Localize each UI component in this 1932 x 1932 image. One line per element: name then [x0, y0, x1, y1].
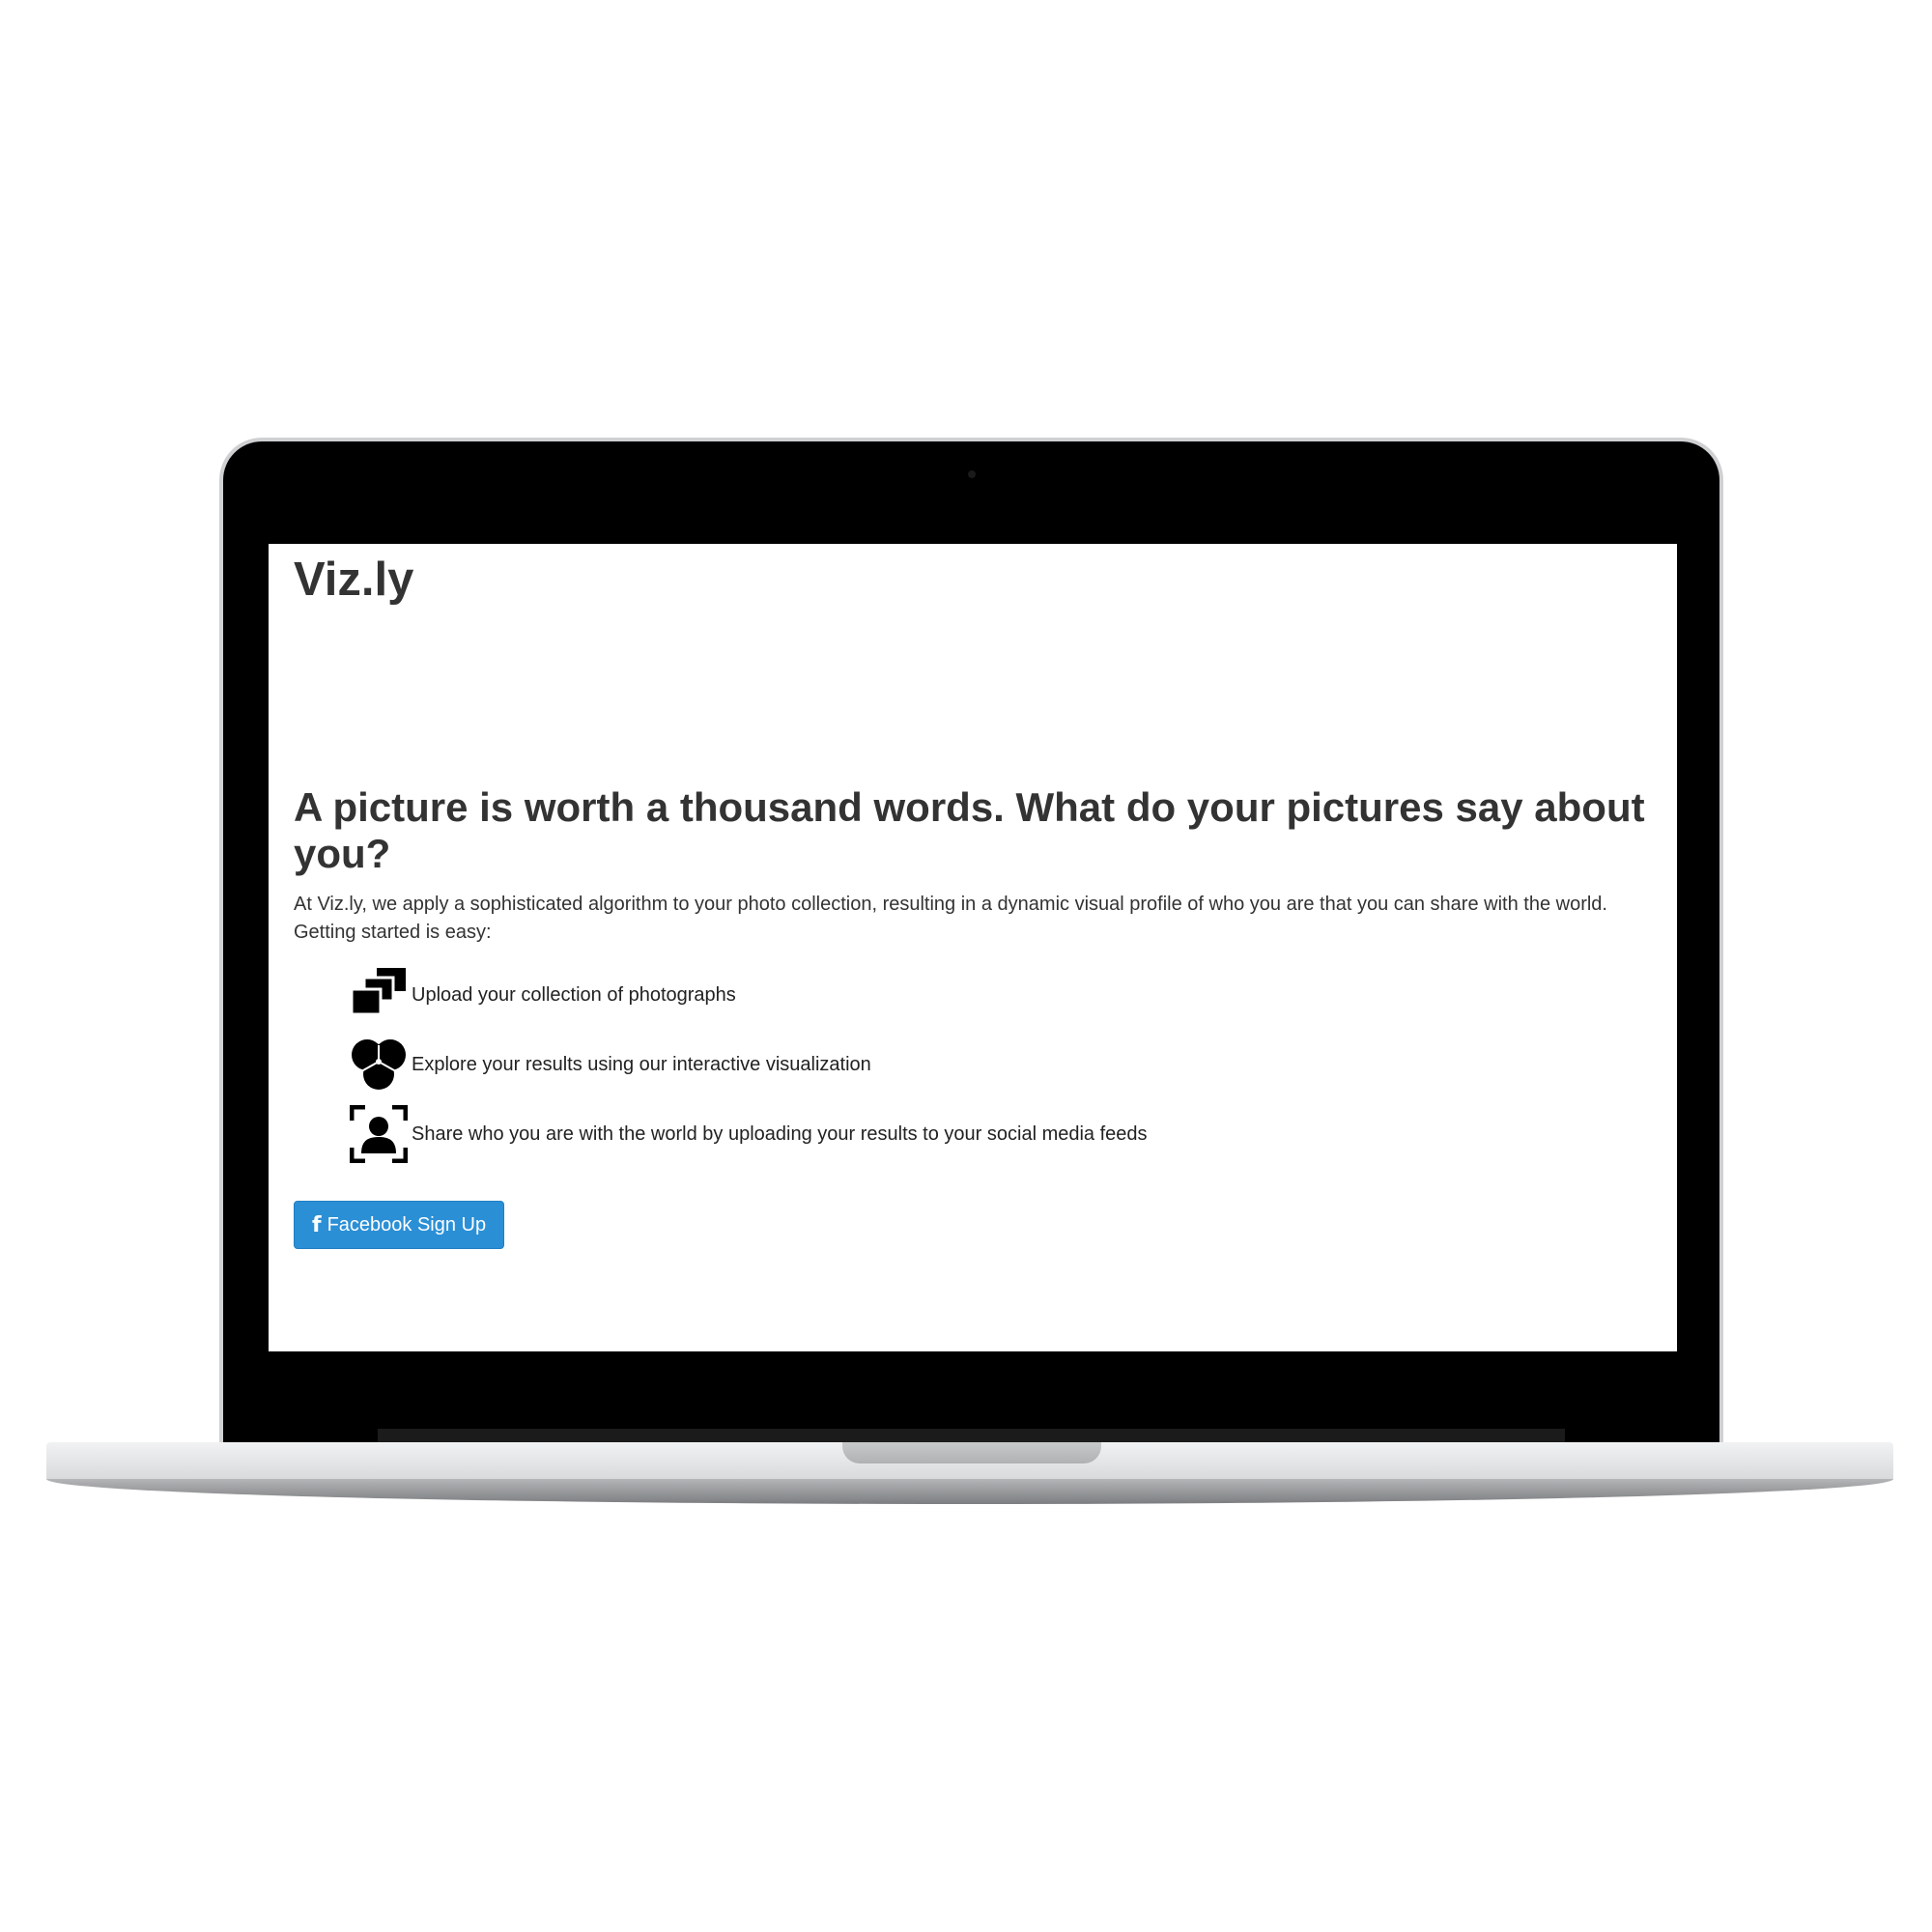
intro-paragraph: At Viz.ly, we apply a sophisticated algo… — [294, 894, 1607, 943]
site-brand[interactable]: Viz.ly — [294, 552, 413, 609]
web-page: Viz.ly A picture is worth a thousand wor… — [269, 544, 1677, 1351]
photo-stack-icon — [350, 966, 408, 1024]
laptop-underside — [46, 1479, 1893, 1504]
facebook-icon: f — [312, 1212, 322, 1237]
step-explore: Explore your results using our interacti… — [350, 1036, 1148, 1094]
laptop-base — [46, 1442, 1893, 1508]
camera-icon — [967, 470, 976, 478]
profile-frame-icon — [350, 1105, 408, 1163]
step-upload-label: Upload your collection of photographs — [412, 983, 736, 1006]
step-share: Share who you are with the world by uplo… — [350, 1105, 1148, 1163]
step-upload: Upload your collection of photographs — [350, 966, 1148, 1024]
bezel-hinge-shade — [378, 1429, 1565, 1442]
page-headline: A picture is worth a thousand words. Wha… — [294, 784, 1645, 876]
laptop-mockup: Viz.ly A picture is worth a thousand wor… — [0, 0, 1932, 1932]
getting-started-steps: Upload your collection of photographs Ex… — [350, 966, 1148, 1175]
step-share-label: Share who you are with the world by uplo… — [412, 1122, 1148, 1145]
venn-circles-icon — [350, 1036, 408, 1094]
facebook-signup-label: Facebook Sign Up — [327, 1213, 487, 1236]
trackpad-notch — [842, 1442, 1101, 1463]
facebook-signup-button[interactable]: f Facebook Sign Up — [294, 1201, 505, 1249]
step-explore-label: Explore your results using our interacti… — [412, 1053, 871, 1075]
